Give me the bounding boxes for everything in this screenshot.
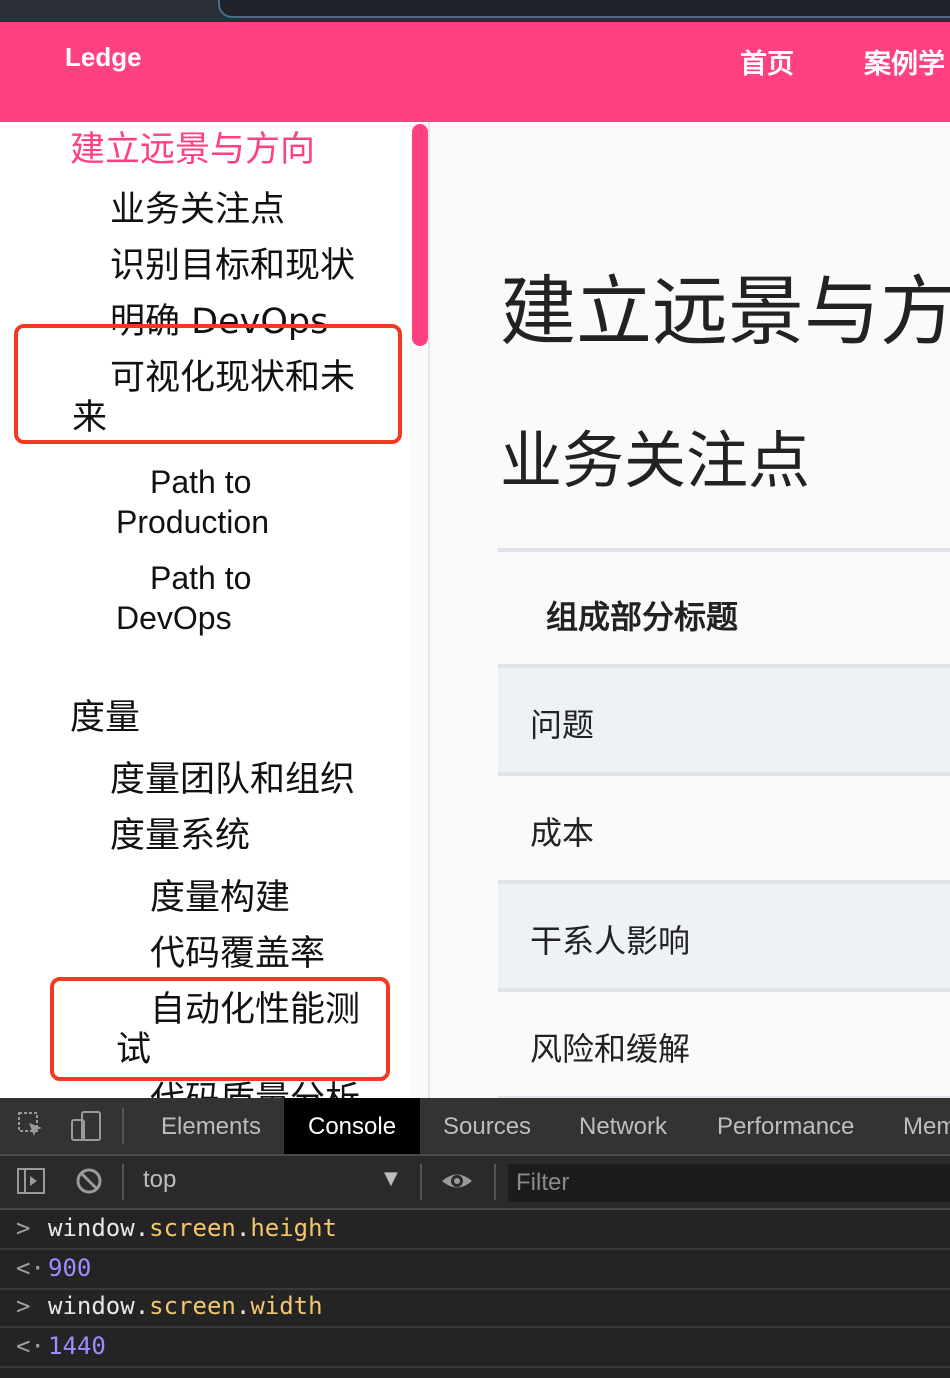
- filter-placeholder: Filter: [516, 1169, 570, 1196]
- table-cell: 风险和缓解: [530, 1030, 691, 1068]
- prompt-chevron-icon: >: [16, 1214, 31, 1242]
- tab-memory[interactable]: Mem: [903, 1098, 950, 1154]
- sidebar-scrollbar-thumb[interactable]: [412, 124, 428, 346]
- inspect-element-icon[interactable]: [16, 1110, 46, 1148]
- table-header: 组成部分标题: [498, 548, 950, 668]
- console-command: window.screen.width: [48, 1292, 323, 1320]
- components-table: 组成部分标题 问题 成本 干系人影响 风险和缓解: [498, 548, 950, 1098]
- tab-elements[interactable]: Elements: [161, 1098, 261, 1154]
- clear-console-icon[interactable]: [74, 1166, 104, 1204]
- address-bar-edge: [218, 0, 950, 18]
- toc-item-measure-team[interactable]: 度量团队和组织: [110, 760, 355, 800]
- toc-sidebar: 建立远景与方向 业务关注点 识别目标和现状 明确 DevOps 可视化现状和未 …: [0, 122, 430, 1098]
- site-header: Ledge 首页 案例学: [0, 22, 950, 122]
- console-result-line: <· 900: [0, 1250, 950, 1290]
- page-title: 建立远景与方向: [500, 267, 950, 356]
- table-cell: 干系人影响: [530, 922, 691, 960]
- highlight-box-perf-test: [50, 977, 390, 1081]
- console-input-line: > window.screen.height: [0, 1210, 950, 1250]
- toc-item-business-focus[interactable]: 业务关注点: [110, 190, 285, 230]
- chevron-down-icon[interactable]: ▼: [384, 1168, 398, 1189]
- tab-network[interactable]: Network: [579, 1098, 667, 1154]
- toc-item-measure-build[interactable]: 度量构建: [150, 878, 290, 918]
- prompt-chevron-icon: >: [16, 1292, 31, 1320]
- table-row: 干系人影响: [498, 884, 950, 992]
- browser-top-strip: [0, 0, 950, 22]
- toc-item-path-devops-2[interactable]: DevOps: [116, 598, 232, 638]
- table-cell: 成本: [530, 814, 595, 852]
- console-result: 900: [48, 1254, 92, 1282]
- table-header-cell: 组成部分标题: [546, 598, 739, 636]
- table-row: 风险和缓解: [498, 992, 950, 1098]
- toc-item-code-quality[interactable]: 代码质量分析: [150, 1080, 360, 1098]
- toc-item-measure-system[interactable]: 度量系统: [110, 816, 250, 856]
- highlight-box-visualize: [14, 324, 402, 444]
- tab-performance[interactable]: Performance: [717, 1098, 854, 1154]
- console-result: 1440: [48, 1332, 106, 1360]
- result-arrow-icon: <·: [16, 1332, 45, 1360]
- toc-item-identify-goals[interactable]: 识别目标和现状: [110, 246, 355, 286]
- toolbar-divider: [122, 1164, 124, 1200]
- toolbar-divider: [420, 1164, 422, 1200]
- table-cell: 问题: [530, 706, 595, 744]
- eye-icon[interactable]: [440, 1164, 474, 1206]
- tab-console[interactable]: Console: [284, 1098, 421, 1154]
- tab-sources[interactable]: Sources: [443, 1098, 531, 1154]
- brand-logo-text[interactable]: Ledge: [65, 42, 142, 73]
- devtools-tabbar: Elements Console Sources Network Perform…: [0, 1098, 950, 1156]
- console-command: window.screen.height: [48, 1214, 338, 1242]
- nav-home[interactable]: 首页: [740, 42, 794, 81]
- console-input-line: > window.screen.width: [0, 1288, 950, 1328]
- main-content: 建立远景与方向 业务关注点 组成部分标题 问题 成本 干系人影响 风险和缓解: [430, 122, 950, 1098]
- toc-item-path-production-2[interactable]: Production: [116, 502, 269, 542]
- toc-item-vision[interactable]: 建立远景与方向: [70, 130, 315, 170]
- console-result-line: <· 1440: [0, 1328, 950, 1368]
- context-selector[interactable]: top: [143, 1166, 176, 1194]
- nav-cases[interactable]: 案例学: [864, 42, 945, 81]
- table-row: 问题: [498, 668, 950, 776]
- section-title: 业务关注点: [500, 424, 811, 497]
- toc-item-code-coverage[interactable]: 代码覆盖率: [150, 934, 325, 974]
- console-toolbar: top ▼ Filter: [0, 1156, 950, 1210]
- filter-input[interactable]: [508, 1164, 950, 1202]
- device-toolbar-icon[interactable]: [70, 1110, 104, 1150]
- devtools-panel: Elements Console Sources Network Perform…: [0, 1098, 950, 1378]
- toolbar-divider: [122, 1108, 124, 1144]
- toolbar-divider: [494, 1164, 496, 1200]
- toc-item-path-production-1[interactable]: Path to: [150, 462, 251, 502]
- table-row: 成本: [498, 776, 950, 884]
- show-sidebar-icon[interactable]: [16, 1166, 46, 1204]
- toc-item-measure[interactable]: 度量: [70, 698, 140, 738]
- result-arrow-icon: <·: [16, 1254, 45, 1282]
- toc-item-path-devops-1[interactable]: Path to: [150, 558, 251, 598]
